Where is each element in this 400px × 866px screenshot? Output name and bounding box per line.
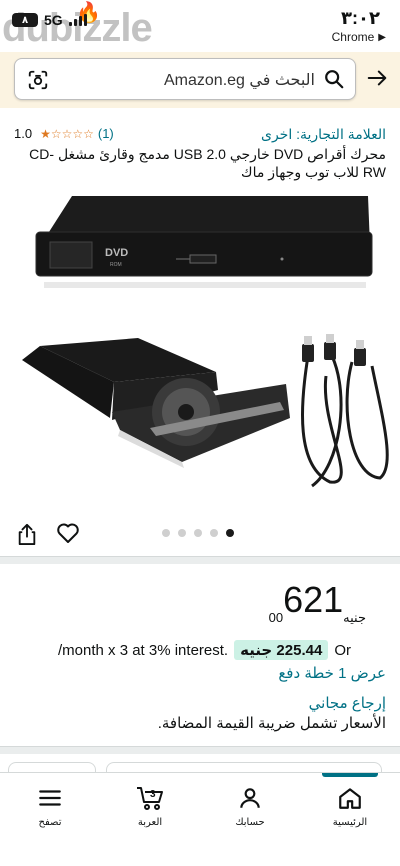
product-title: محرك أقراص DVD خارجي USB 2.0 مدمج وقارئ … (29, 146, 386, 180)
vat-note: الأسعار تشمل ضريبة القيمة المضافة. (157, 715, 386, 732)
tab-home[interactable]: الرئيسية (300, 773, 400, 866)
tab-account-label: حسابك (235, 817, 265, 828)
search-placeholder: البحث في Amazon.eg (164, 72, 315, 89)
rating-summary[interactable]: 1.0 ★☆☆☆☆ (1) (14, 126, 114, 141)
installment-offer: /month x 3 at 3% interest. 225.44 جنيه O… (58, 640, 351, 660)
tab-browse-label: تصفح (38, 817, 62, 828)
price-currency: جنيه (343, 610, 366, 625)
search-input[interactable]: البحث في Amazon.eg (14, 58, 356, 100)
carousel-dot[interactable] (178, 529, 186, 537)
arrow-right-icon[interactable] (366, 67, 388, 89)
cart-icon: 3 (137, 787, 163, 810)
usb-cable-image (300, 355, 389, 488)
dvd-logo-label: DVD (105, 247, 128, 259)
rating-value: 1.0 (14, 126, 33, 141)
rating-count: (1) (97, 126, 114, 141)
star-rating-icon: ★☆☆☆☆ (40, 126, 94, 141)
carousel-dot[interactable] (194, 529, 202, 537)
dvd-drive-open-image (22, 338, 290, 468)
carousel-dot[interactable] (210, 529, 218, 537)
payment-plan-link[interactable]: عرض 1 خطة دفع (278, 664, 386, 682)
brand-link[interactable]: العلامة التجارية: اخرى (261, 126, 386, 143)
installment-or: Or (334, 641, 351, 659)
user-icon (240, 788, 260, 808)
tab-account[interactable]: حسابك (200, 773, 300, 866)
camera-scan-icon[interactable] (27, 69, 49, 91)
carousel-dot[interactable] (226, 529, 234, 537)
share-icon[interactable] (16, 522, 38, 546)
installment-amount: 225.44 جنيه (234, 640, 329, 660)
dvd-drive-front-image: DVD ROM (35, 196, 373, 288)
product-image[interactable]: DVD ROM (0, 186, 400, 506)
heart-icon[interactable] (56, 522, 80, 544)
battery-icon: ٨ (12, 13, 38, 27)
search-header: البحث في Amazon.eg (0, 52, 400, 108)
search-icon[interactable] (323, 68, 345, 90)
network-label: 5G (44, 12, 63, 28)
signal-icon (68, 14, 87, 26)
tab-browse[interactable]: تصفح (0, 773, 100, 866)
status-left: ٨ 5G (12, 12, 87, 28)
status-bar: dubizzle 🔥 ٨ 5G ٣:٠٢ Chrome ▶ (0, 0, 400, 52)
price-fraction: 00 (268, 610, 284, 625)
free-returns-link[interactable]: إرجاع مجاني (309, 694, 386, 712)
back-to-app-label: Chrome (331, 30, 375, 44)
carousel-dot[interactable] (162, 529, 170, 537)
tab-cart[interactable]: 3 العربة (100, 773, 200, 866)
carousel-actions (0, 512, 400, 552)
section-divider-bottom (0, 746, 400, 754)
section-divider (0, 556, 400, 564)
tab-cart-label: العربة (137, 817, 163, 828)
tab-home-label: الرئيسية (332, 817, 368, 828)
carousel-dots[interactable] (162, 529, 234, 537)
cart-count: 3 (150, 789, 156, 800)
price-main: 621 (283, 579, 344, 620)
menu-icon (39, 790, 61, 806)
status-time: ٣:٠٢ (341, 8, 380, 28)
price-block: 00 621 جنيه (265, 580, 370, 626)
caret-right-icon: ▶ (378, 31, 386, 43)
back-to-app[interactable]: Chrome ▶ (332, 30, 386, 44)
installment-terms: /month x 3 at 3% interest. (58, 641, 229, 659)
home-icon (339, 788, 361, 809)
bottom-tab-bar: تصفح 3 العربة حسابك الرئيسية (0, 772, 400, 865)
rom-logo-label: ROM (110, 262, 122, 268)
